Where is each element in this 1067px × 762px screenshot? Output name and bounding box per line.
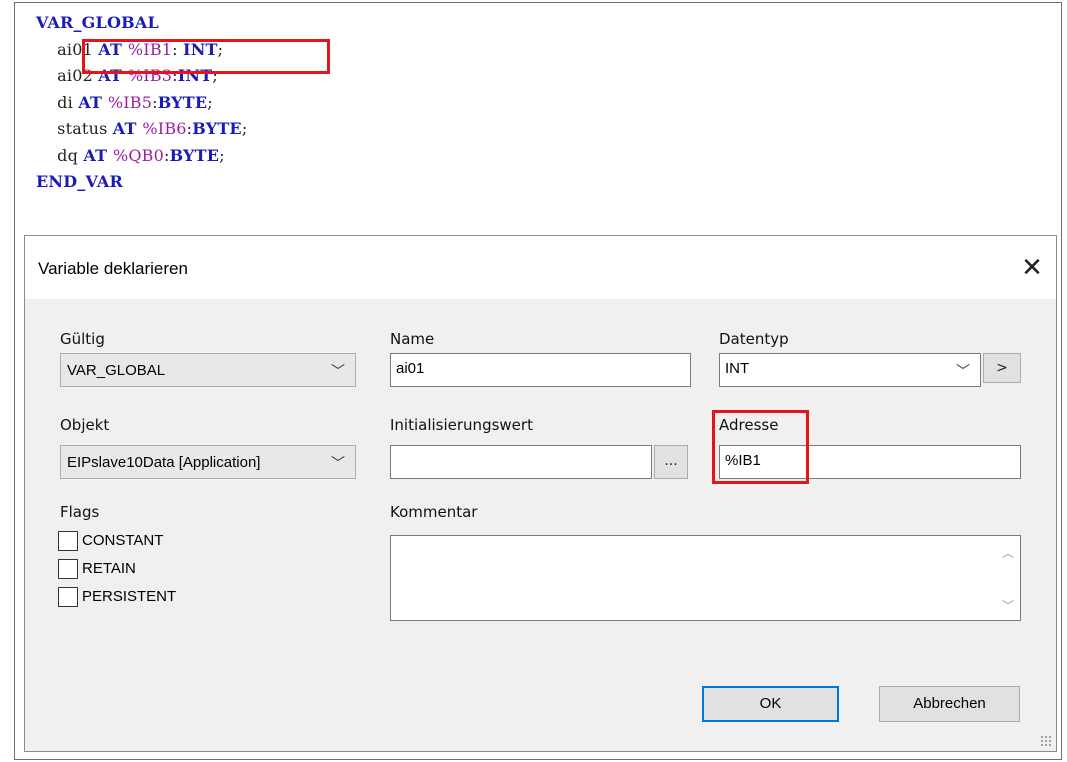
code-token: AT (78, 92, 108, 112)
ok-button[interactable]: OK (702, 686, 839, 722)
code-token: AT (112, 119, 143, 138)
objekt-label: Objekt (60, 416, 110, 434)
flags-label: Flags (60, 503, 100, 521)
checkbox[interactable] (58, 531, 78, 551)
close-icon[interactable]: ✕ (1018, 254, 1046, 282)
code-token: status (57, 119, 113, 138)
objekt-select[interactable]: EIPslave10Data [Application] ﹀ (60, 445, 356, 479)
code-line: dq AT %QB0:BYTE; (36, 143, 247, 170)
code-token: ; (219, 145, 225, 165)
init-label: Initialisierungswert (390, 416, 533, 434)
code-token: %IB6 (142, 119, 187, 138)
code-token: BYTE (169, 145, 220, 165)
code-token: ; (207, 92, 213, 112)
flag-retain-label: RETAIN (82, 560, 136, 577)
gueltig-value: VAR_GLOBAL (67, 362, 166, 379)
declare-variable-dialog: Variable deklarieren ✕ Gültig VAR_GLOBAL… (24, 235, 1057, 752)
code-token: END_VAR (36, 172, 123, 191)
code-token: BYTE (192, 119, 242, 138)
dialog-titlebar: Variable deklarieren ✕ (25, 236, 1056, 299)
code-editor[interactable]: VAR_GLOBAL ai01 AT %IB1: INT; ai02 AT %I… (36, 10, 247, 196)
name-label: Name (390, 330, 435, 348)
flag-persistent-label: PERSISTENT (82, 588, 177, 605)
code-token: %QB0 (112, 145, 165, 165)
highlight-box-code (82, 39, 330, 74)
chevron-down-icon: ﹀ (331, 455, 345, 471)
dialog-title: Variable deklarieren (38, 259, 188, 278)
datentyp-input[interactable]: INT ﹀ (719, 353, 981, 387)
resize-grip-icon[interactable] (1040, 735, 1052, 747)
objekt-value: EIPslave10Data [Application] (67, 454, 261, 471)
init-browse-button[interactable]: ... (654, 445, 688, 479)
flag-constant-label: CONSTANT (82, 532, 164, 549)
checkbox[interactable] (58, 587, 78, 607)
name-input[interactable]: ai01 (390, 353, 691, 387)
code-token: di (57, 92, 79, 112)
code-line: END_VAR (36, 169, 247, 196)
init-input[interactable] (390, 445, 652, 479)
code-token: BYTE (157, 92, 208, 112)
code-token: %IB5 (107, 92, 153, 112)
code-token: VAR_GLOBAL (36, 13, 159, 32)
chevron-down-icon: ﹀ (331, 363, 345, 379)
code-line: status AT %IB6:BYTE; (36, 116, 247, 143)
code-token: ; (241, 119, 248, 138)
gueltig-select[interactable]: VAR_GLOBAL ﹀ (60, 353, 356, 387)
highlight-box-address (712, 410, 809, 484)
code-token: AT (83, 145, 113, 165)
scroll-down-icon[interactable]: ﹀ (1002, 597, 1014, 614)
checkbox[interactable] (58, 559, 78, 579)
cancel-button[interactable]: Abbrechen (879, 686, 1020, 722)
kommentar-label: Kommentar (390, 503, 478, 521)
scroll-up-icon[interactable]: ︿ (1002, 544, 1014, 561)
kommentar-textarea[interactable]: ︿ ﹀ (390, 535, 1021, 621)
code-token: dq (57, 145, 84, 165)
datentyp-browse-button[interactable]: > (983, 353, 1021, 383)
datentyp-label: Datentyp (719, 330, 789, 348)
code-line: VAR_GLOBAL (36, 10, 247, 37)
gueltig-label: Gültig (60, 330, 105, 348)
chevron-down-icon[interactable]: ﹀ (956, 354, 970, 388)
code-line: di AT %IB5:BYTE; (36, 90, 247, 117)
datentyp-value: INT (725, 360, 750, 377)
